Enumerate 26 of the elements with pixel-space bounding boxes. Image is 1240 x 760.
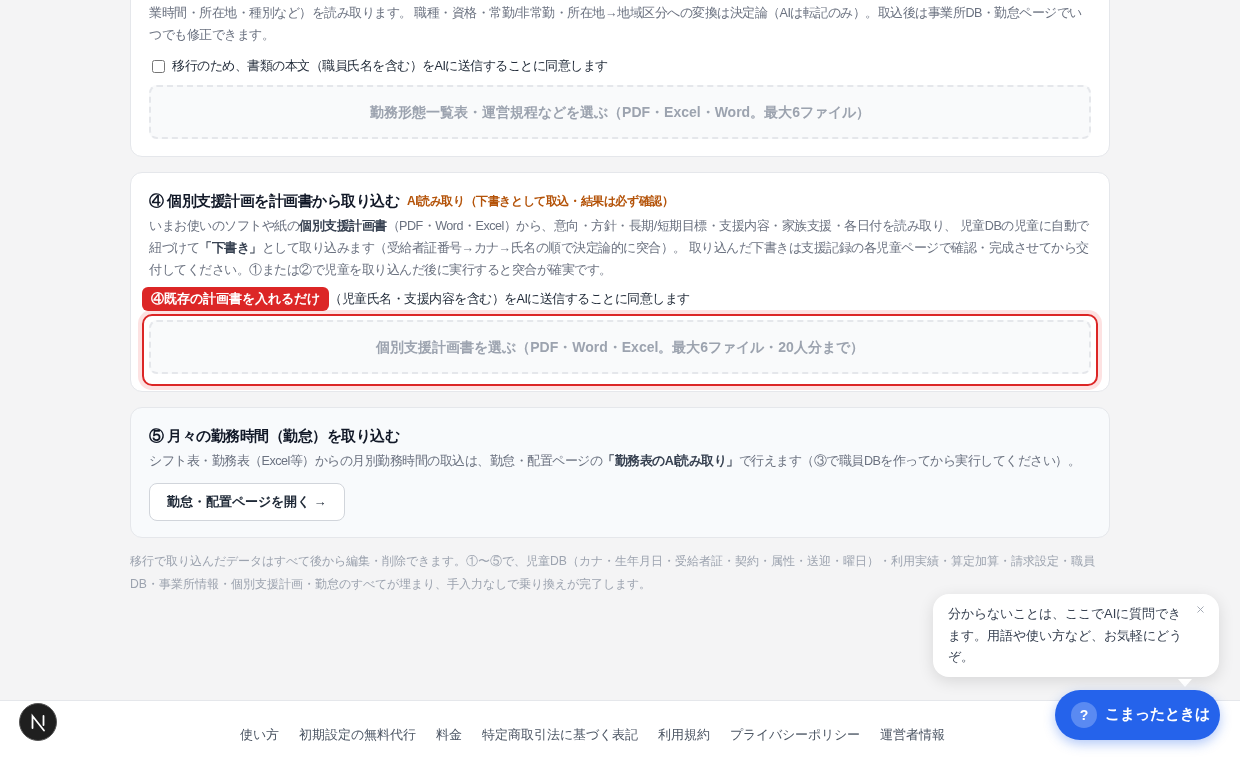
bubble-text: 分からないことは、ここでAIに質問できます。用語や使い方など、お気軽にどうぞ。 (948, 605, 1183, 666)
section-title: ⑤ 月々の勤務時間（勤怠）を取り込む (149, 427, 400, 446)
logo-icon[interactable] (19, 703, 57, 741)
consent-checkbox[interactable] (152, 59, 165, 73)
footer-link[interactable]: 運営者情報 (880, 725, 945, 745)
ai-tag: AI読み取り（下書きとして取込・結果は必ず確認） (407, 193, 674, 209)
help-button[interactable]: ? こまったときは (1055, 690, 1220, 740)
close-icon (1194, 603, 1206, 615)
consent-label: 移行のため、書類の本文（職員氏名を含む）をAIに送信することに同意します (172, 58, 608, 75)
question-icon: ? (1071, 702, 1097, 728)
hint-label: ④既存の計画書を入れるだけ (142, 287, 329, 311)
footer-link[interactable]: 使い方 (240, 725, 279, 745)
consent-label: （児童氏名・支援内容を含む）をAIに送信することに同意します (329, 291, 690, 308)
bubble-tail-icon (1178, 679, 1192, 687)
section-description: シフト表・勤務表（Excel等）からの月別勤務時間の取込は、勤怠・配置ページの「勤務表のAI読み取り」で行えます（③で職員DBを作ってから実行してください）。 (149, 453, 1082, 470)
footer-link[interactable]: プライバシーポリシー (730, 725, 860, 745)
footer-link[interactable]: 特定商取引法に基づく表記 (482, 725, 638, 745)
section-description: 業時間・所在地・種別など）を読み取ります。 職種・資格・常勤/非常勤・所在地→地域区分への変換は決定論（AIは転記のみ）。取込後は事業所DB・勤怠ページでいつでも修正できます。 (149, 5, 1083, 44)
section-description: いまお使いのソフトや紙の個別支援計画書（PDF・Word・Excel）から、意向・方針・長期/短期目標・支援内容・家族支援・各日付を読み取り、 児童DBの児童に自動で紐づけて「下書き」として取り込みます（受給者証番号→カナ→氏名の順で決定論的に突合）。 取り込んだ下書きは支援記録の各児童ページで確認・完成させてから交付してください。①または②で児童を取り込んだ後に実行すると突合が確実です。 (149, 218, 1090, 279)
footer-link[interactable]: 料金 (436, 725, 462, 745)
open-page-button[interactable]: 勤怠・配置ページを開く → (149, 483, 345, 521)
footer-link[interactable]: 利用規約 (658, 725, 710, 745)
migration-note: 移行で取り込んだデータはすべて後から編集・削除できます。①〜⑤で、児童DB（カナ・生年月日・受給者証・契約・属性・送迎・曜日）・利用実績・算定加算・請求設定・職員DB・事業所情報・個別支援計画・勤怠のすべてが埋まり、手入力なしで乗り換えが完了します。 (130, 553, 1096, 593)
footer-link[interactable]: 初期設定の無料代行 (299, 725, 416, 745)
section-title: ④ 個別支援計画を計画書から取り込む (149, 192, 400, 211)
close-button[interactable] (1194, 603, 1206, 615)
